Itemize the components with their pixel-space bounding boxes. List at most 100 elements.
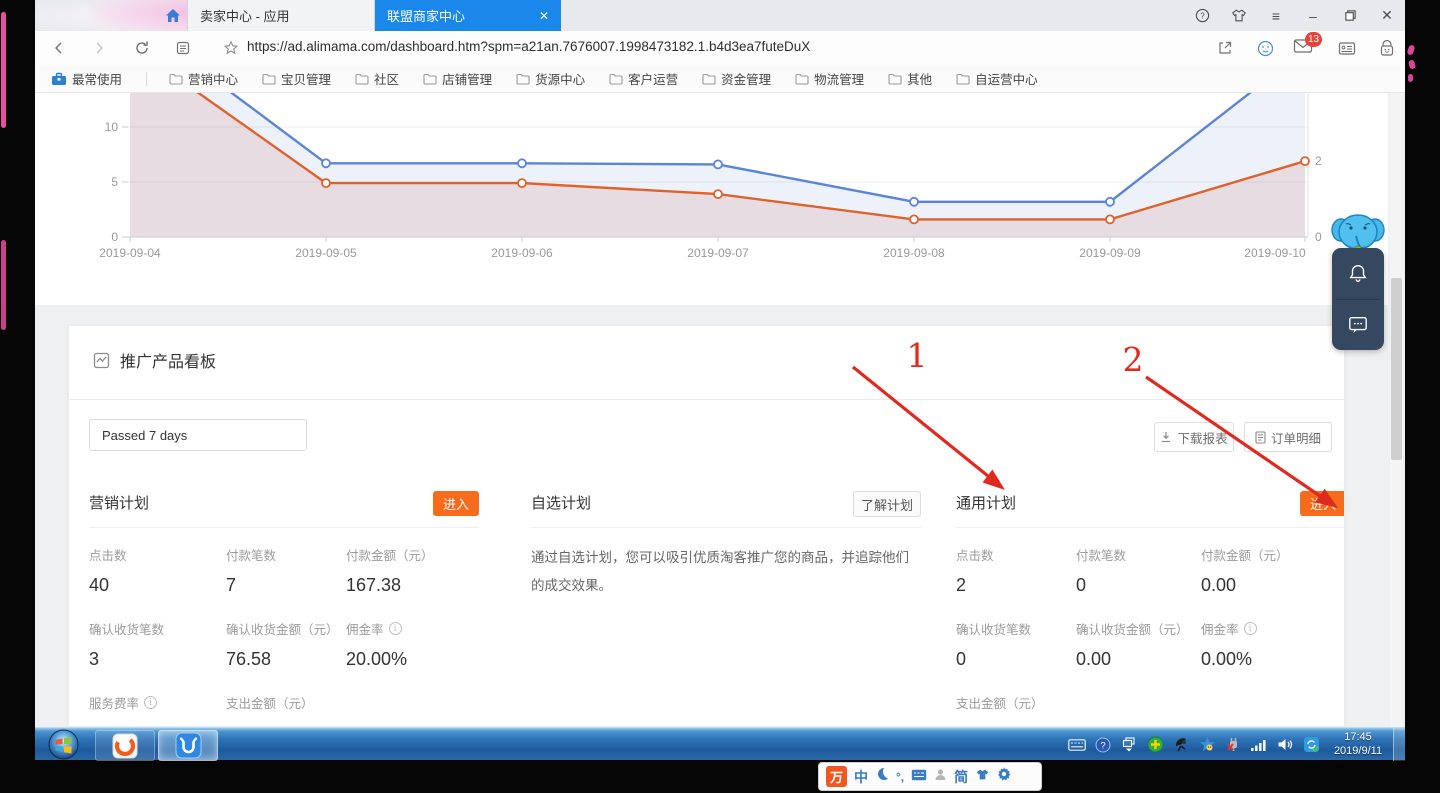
satellite-tray-icon[interactable]: [1172, 736, 1190, 754]
back-icon[interactable]: [49, 38, 69, 58]
close-icon[interactable]: ✕: [1379, 8, 1395, 24]
bookmark-item-2[interactable]: 宝贝管理: [262, 69, 331, 88]
ime-user-icon[interactable]: [934, 768, 947, 786]
card-icon[interactable]: [1337, 38, 1357, 58]
info-icon[interactable]: i: [1244, 622, 1257, 635]
ime-fullhalf-moon-icon[interactable]: [875, 767, 889, 786]
download-icon: [1160, 431, 1172, 443]
svg-text:2019-09-07: 2019-09-07: [687, 246, 749, 260]
info-icon[interactable]: i: [389, 622, 402, 635]
minimize-icon[interactable]: –: [1305, 8, 1321, 24]
ime-settings-gear-icon[interactable]: [997, 767, 1011, 786]
restore-icon[interactable]: [1342, 8, 1358, 24]
metric-label: 佣金率: [1201, 619, 1239, 638]
ime-brand-icon[interactable]: 万: [826, 766, 847, 787]
notification-bell-button[interactable]: [1332, 248, 1384, 298]
bookmark-item-7[interactable]: 资金管理: [702, 69, 771, 88]
message-icon: [1347, 315, 1369, 335]
folder-icon: [355, 73, 369, 85]
metric-label: 确认收货金额（元）: [226, 619, 339, 638]
tab-seller-center[interactable]: 卖家中心 - 应用: [187, 0, 375, 31]
metrics-grid: 点击数2付款笔数0付款金额（元）0.00确认收货笔数0确认收货金额（元）0.00…: [956, 545, 1345, 727]
metric-label: 付款笔数: [226, 545, 276, 564]
mail-icon[interactable]: 13: [1293, 38, 1315, 58]
bookmark-item-8[interactable]: 物流管理: [795, 69, 864, 88]
forward-icon[interactable]: [89, 38, 109, 58]
ime-simplified-toggle[interactable]: 简: [954, 767, 968, 787]
ime-softkeyboard-icon[interactable]: [911, 768, 927, 786]
help-icon[interactable]: ?: [1194, 8, 1210, 24]
bookmark-item-1[interactable]: 营销中心: [169, 69, 238, 88]
info-icon[interactable]: i: [144, 696, 157, 709]
promotion-dashboard-card: 推广产品看板 Passed 7 days 下载报表 订单明细 营销计划进入点击数…: [68, 325, 1345, 727]
sync-tray-icon[interactable]: [1302, 736, 1320, 754]
favorite-star-icon[interactable]: [221, 38, 241, 58]
ime-skin-icon[interactable]: [975, 768, 990, 786]
skin-icon[interactable]: [1231, 8, 1247, 24]
tab-label: 卖家中心 - 应用: [200, 6, 290, 25]
external-link-icon[interactable]: [1215, 38, 1235, 58]
bookmark-item-6[interactable]: 客户运营: [609, 69, 678, 88]
start-button[interactable]: [47, 728, 80, 766]
bookmark-item-4[interactable]: 店铺管理: [423, 69, 492, 88]
enter-button[interactable]: 进入: [433, 491, 479, 516]
bag-icon[interactable]: [1377, 38, 1397, 58]
metric-cell: 确认收货笔数3: [89, 619, 226, 670]
bookmark-label: 其他: [907, 69, 932, 88]
taskbar-clock[interactable]: 17:45 2019/9/11: [1325, 730, 1391, 758]
bookmark-most-used[interactable]: 最常使用: [51, 69, 122, 88]
learn-plan-button[interactable]: 了解计划: [853, 491, 921, 517]
bookmark-label: 宝贝管理: [281, 69, 331, 88]
svg-text:2019-09-06: 2019-09-06: [491, 246, 553, 260]
metrics-grid: 点击数40付款笔数7付款金额（元）167.38确认收货笔数3确认收货金额（元）7…: [89, 545, 479, 727]
metric-value: 76.58: [226, 649, 346, 670]
bookmark-label: 最常使用: [72, 69, 122, 88]
bookmark-item-5[interactable]: 货源中心: [516, 69, 585, 88]
enter-button[interactable]: 进入: [1300, 491, 1345, 516]
card-title-row: 推广产品看板: [93, 348, 216, 372]
date-range-select[interactable]: Passed 7 days: [89, 419, 307, 451]
metric-value: 2: [956, 575, 1076, 596]
metric-value: 0: [1076, 575, 1201, 596]
antivirus-tray-icon[interactable]: [1146, 736, 1164, 754]
help-tray-icon[interactable]: ?: [1094, 736, 1112, 754]
metric-label: 付款金额（元）: [1201, 545, 1289, 564]
scrollbar-thumb[interactable]: [1391, 278, 1402, 460]
order-detail-button[interactable]: 订单明细: [1244, 422, 1332, 452]
download-report-button[interactable]: 下载报表: [1154, 422, 1234, 452]
vertical-scrollbar[interactable]: [1390, 93, 1403, 727]
network-signal-icon[interactable]: [1250, 736, 1268, 754]
folder-icon: [888, 73, 902, 85]
volume-icon[interactable]: [1276, 736, 1294, 754]
trend-chart-section: 0510202019-09-042019-09-052019-09-062019…: [35, 93, 1388, 305]
plan-card-3: 通用计划进入点击数2付款笔数0付款金额（元）0.00确认收货笔数0确认收货金额（…: [956, 491, 1345, 727]
bookmark-item-10[interactable]: 自运营中心: [956, 69, 1038, 88]
bookmark-item-3[interactable]: 社区: [355, 69, 399, 88]
bookmark-item-9[interactable]: 其他: [888, 69, 932, 88]
ime-language-toggle[interactable]: 中: [854, 767, 868, 787]
date: 2019/9/11: [1325, 744, 1391, 758]
account-clock-icon[interactable]: [1255, 38, 1275, 58]
url-field[interactable]: https://ad.alimama.com/dashboard.htm?spm…: [247, 39, 810, 54]
svg-text:2019-09-08: 2019-09-08: [883, 246, 945, 260]
power-plug-tray-icon[interactable]: [1224, 736, 1242, 754]
taskbar-app-qianniu[interactable]: [158, 730, 218, 761]
show-desktop-button[interactable]: [1393, 728, 1405, 761]
language-bar-icon[interactable]: [1120, 736, 1138, 754]
touch-keyboard-icon[interactable]: [1068, 736, 1086, 754]
taskbar-app-wangwang[interactable]: [95, 730, 155, 761]
home-icon[interactable]: [163, 6, 185, 26]
screen: 卖家中心 - 应用 联盟商家中心 ✕ ? ≡ – ✕: [0, 0, 1440, 793]
wangwang-tray-icon[interactable]: [1198, 736, 1216, 754]
svg-text:2: 2: [1315, 154, 1322, 168]
feedback-message-button[interactable]: [1332, 300, 1384, 350]
reading-mode-icon[interactable]: [173, 38, 193, 58]
menu-icon[interactable]: ≡: [1268, 8, 1284, 24]
ime-punctuation-toggle[interactable]: °,: [896, 770, 904, 784]
refresh-icon[interactable]: [132, 38, 152, 58]
tab-close-icon[interactable]: ✕: [539, 9, 549, 23]
tab-alliance-center[interactable]: 联盟商家中心 ✕: [375, 0, 561, 31]
plan-card-1: 营销计划进入点击数40付款笔数7付款金额（元）167.38确认收货笔数3确认收货…: [89, 491, 479, 727]
metric-value: 7: [226, 575, 346, 596]
metric-cell: 服务费率i: [89, 693, 226, 723]
